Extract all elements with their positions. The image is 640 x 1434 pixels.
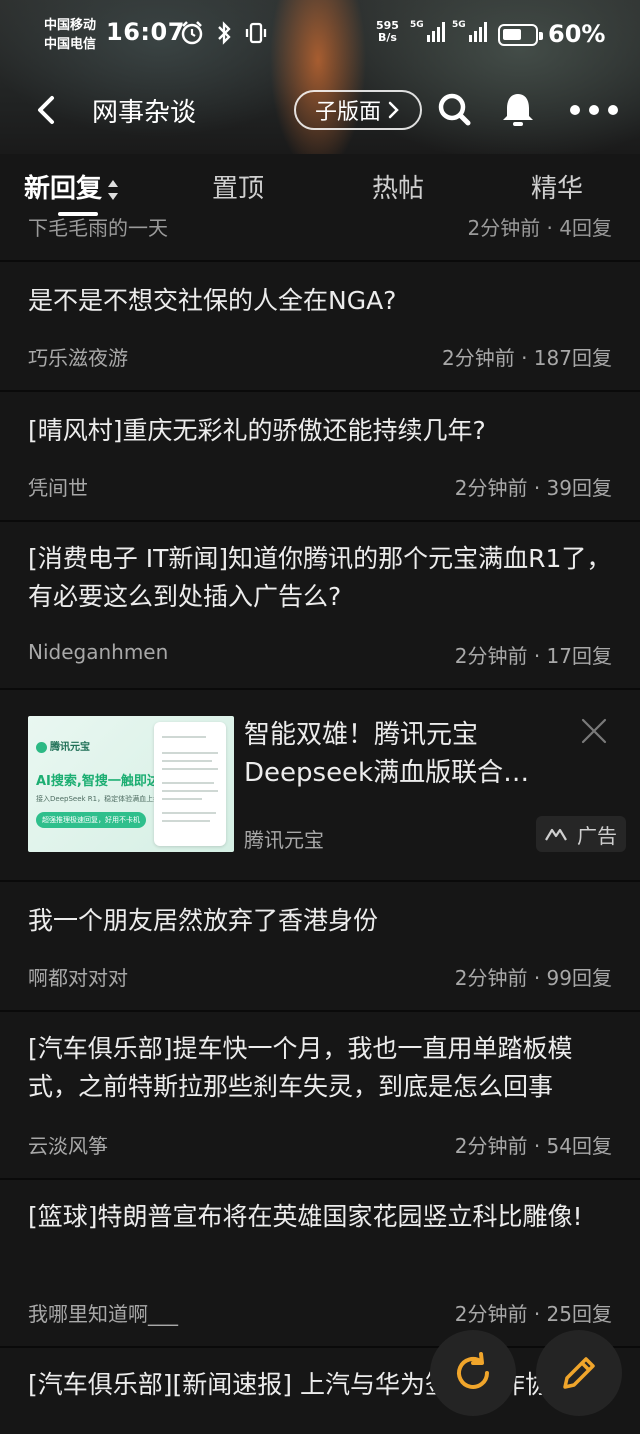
network-speed: 595 B/s	[376, 20, 399, 44]
sort-icon	[108, 179, 119, 200]
refresh-icon	[457, 1352, 489, 1389]
signal-1-icon: 5G	[410, 20, 445, 42]
carrier-2: 中国电信	[44, 37, 97, 52]
compose-button[interactable]	[536, 1330, 622, 1416]
divider	[0, 688, 640, 690]
refresh-button[interactable]	[430, 1330, 516, 1416]
post-title: [汽车俱乐部][新闻速报] 上汽与华为签署合作协议	[28, 1370, 575, 1399]
ad-badge-label: 广告	[577, 823, 617, 848]
carrier-info: 中国移动 中国电信	[44, 16, 96, 54]
status-icons	[180, 20, 268, 46]
header: 中国移动 中国电信 16:07 595 B/s 5G 5G 60% 网事杂谈 子…	[0, 0, 640, 154]
signal-1-label: 5G	[410, 20, 424, 30]
tab-new-reply-label: 新回复	[24, 174, 103, 204]
net-speed-unit: B/s	[378, 31, 397, 44]
list-item[interactable]: [消费电子 IT新闻]知道你腾讯的那个元宝满血R1了，有必要这么到处插入广告么?…	[0, 522, 640, 688]
tab-pinned[interactable]: 置顶	[212, 168, 264, 205]
post-meta: 2分钟前 · 39回复	[454, 476, 612, 500]
list-item-partial[interactable]: 下毛毛雨的一天 2分钟前 · 4回复	[0, 214, 640, 260]
post-author: 下毛毛雨的一天	[28, 216, 168, 240]
tab-featured[interactable]: 精华	[531, 168, 583, 205]
ad-badge[interactable]: 广告	[536, 816, 626, 852]
list-item[interactable]: [篮球]特朗普宣布将在英雄国家花园竖立科比雕像! 我哪里知道啊___ 2分钟前 …	[0, 1180, 640, 1346]
list-item[interactable]: 我一个朋友居然放弃了香港身份 啊都对对对 2分钟前 · 99回复	[0, 882, 640, 1010]
post-author: 凭间世	[28, 476, 88, 500]
subboard-label: 子版面	[314, 100, 381, 125]
ad-image-brand: 腾讯元宝	[36, 738, 90, 753]
post-title: [消费电子 IT新闻]知道你腾讯的那个元宝满血R1了，有必要这么到处插入广告么?	[28, 544, 612, 611]
post-meta: 2分钟前 · 187回复	[442, 346, 612, 370]
forum-title: 网事杂谈	[92, 98, 197, 128]
back-icon[interactable]	[30, 90, 66, 130]
clock: 16:07	[106, 18, 185, 46]
post-author: Nideganhmen	[28, 640, 169, 664]
battery-fill	[503, 29, 521, 40]
signal-2-label: 5G	[452, 20, 466, 30]
ad-source: 腾讯元宝	[244, 828, 324, 852]
ad-title[interactable]: 智能双雄！腾讯元宝Deepseek满血版联合发布	[244, 716, 544, 792]
post-author: 云淡风筝	[28, 1134, 108, 1158]
list-item[interactable]: 是不是不想交社保的人全在NGA? 巧乐滋夜游 2分钟前 · 187回复	[0, 262, 640, 390]
post-meta: 2分钟前 · 17回复	[454, 644, 612, 668]
post-author: 我哪里知道啊___	[28, 1302, 178, 1326]
post-title: 是不是不想交社保的人全在NGA?	[28, 286, 397, 315]
status-bar: 中国移动 中国电信 16:07 595 B/s 5G 5G 60%	[0, 0, 640, 68]
ad-image-pill: 超强推理极速回复，好用不卡机	[36, 812, 146, 828]
post-author: 巧乐滋夜游	[28, 346, 128, 370]
ad-image-phone	[154, 722, 226, 846]
post-meta: 2分钟前 · 25回复	[454, 1302, 612, 1326]
ad-image-sub: 接入DeepSeek R1，稳定体验满血上线	[36, 795, 161, 803]
bluetooth-icon	[218, 21, 231, 45]
post-title: [篮球]特朗普宣布将在英雄国家花园竖立科比雕像!	[28, 1202, 583, 1231]
post-title: [晴风村]重庆无彩礼的骄傲还能持续几年?	[28, 416, 486, 445]
post-title: 我一个朋友居然放弃了香港身份	[28, 906, 379, 935]
subboard-button[interactable]: 子版面	[294, 90, 422, 130]
tab-bar: 新回复 置顶 热帖 精华	[0, 154, 640, 220]
battery-icon	[498, 24, 543, 46]
tab-hot[interactable]: 热帖	[372, 168, 424, 205]
post-meta: 2分钟前 · 99回复	[454, 966, 612, 990]
nav-bar: 网事杂谈 子版面	[0, 80, 640, 140]
alarm-icon	[181, 21, 203, 45]
close-icon[interactable]	[580, 717, 608, 745]
vibrate-icon	[245, 22, 267, 44]
list-item[interactable]: [汽车俱乐部]提车快一个月，我也一直用单踏板模式，之前特斯拉那些刹车失灵，到底是…	[0, 1012, 640, 1178]
battery-percent: 60%	[548, 20, 606, 48]
bell-icon[interactable]	[498, 90, 538, 130]
list-item[interactable]: [晴风村]重庆无彩礼的骄傲还能持续几年? 凭间世 2分钟前 · 39回复	[0, 392, 640, 520]
carrier-1: 中国移动	[44, 18, 97, 33]
more-icon[interactable]	[566, 90, 622, 130]
post-meta: 2分钟前 · 4回复	[467, 216, 612, 240]
chevron-right-icon	[388, 101, 399, 119]
search-icon[interactable]	[434, 90, 474, 130]
post-author: 啊都对对对	[28, 966, 128, 990]
ad-image[interactable]: 腾讯元宝 AI搜索,智搜一触即达 接入DeepSeek R1，稳定体验满血上线 …	[28, 716, 234, 852]
post-title: [汽车俱乐部]提车快一个月，我也一直用单踏板模式，之前特斯拉那些刹车失灵，到底是…	[28, 1034, 573, 1101]
ad-image-headline: AI搜索,智搜一触即达	[36, 774, 160, 789]
tab-new-reply[interactable]: 新回复	[24, 168, 120, 205]
pencil-icon	[563, 1357, 595, 1389]
ad-logo-icon	[545, 828, 567, 841]
signal-2-icon: 5G	[452, 20, 487, 42]
post-meta: 2分钟前 · 54回复	[454, 1134, 612, 1158]
